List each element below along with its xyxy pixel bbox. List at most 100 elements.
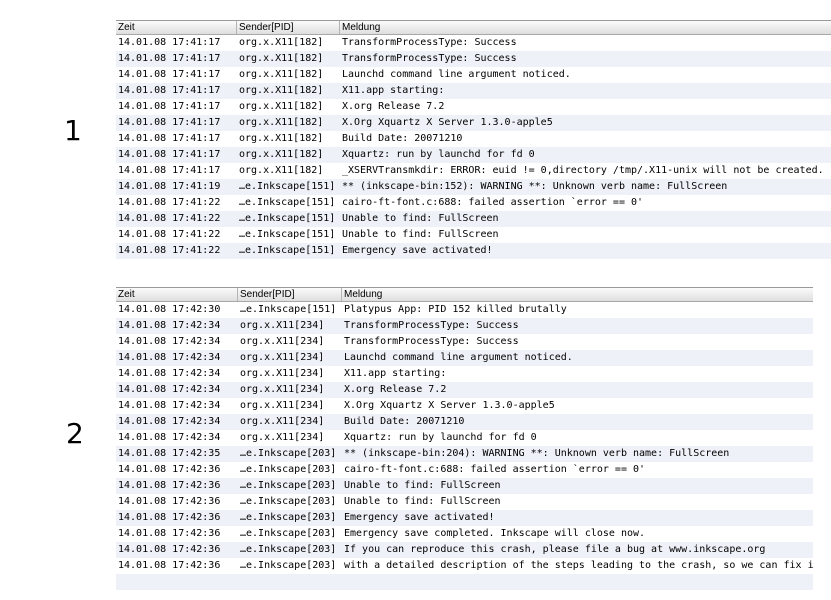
log-time-cell: 14.01.08 17:42:36	[118, 512, 221, 523]
log-row[interactable]: 14.01.08 17:41:22 …e.Inkscape[151] cairo-f…	[116, 195, 831, 211]
log-time-cell: 14.01.08 17:42:34	[118, 336, 221, 347]
log-row[interactable]: 14.01.08 17:42:36 …e.Inkscape[203] Emergen…	[116, 510, 813, 526]
log-row[interactable]: 14.01.08 17:42:34 org.x.X11[234] Build Dat…	[116, 414, 813, 430]
log-message-cell: Xquartz: run by launchd for fd 0	[342, 149, 535, 160]
column-header-message[interactable]: Meldung	[340, 21, 831, 34]
log-row[interactable]: 14.01.08 17:41:17 org.x.X11[182] Launchd c…	[116, 67, 831, 83]
log-row[interactable]: 14.01.08 17:41:17 org.x.X11[182] Transform…	[116, 35, 831, 51]
log-sender-cell: org.x.X11[182]	[239, 85, 324, 96]
column-header-sender[interactable]: Sender[PID]	[237, 21, 340, 34]
log-message-cell: TransformProcessType: Success	[344, 336, 519, 347]
log-time-cell: 14.01.08 17:42:36	[118, 480, 221, 491]
log-message-cell: ** (inkscape-bin:204): WARNING **: Unkno…	[344, 448, 730, 459]
column-header-time[interactable]: Zeit	[116, 288, 238, 301]
log-row[interactable]: 14.01.08 17:41:22 …e.Inkscape[151] Unable …	[116, 227, 831, 243]
log-time-cell: 14.01.08 17:42:34	[118, 400, 221, 411]
log-row[interactable]: 14.01.08 17:41:17 org.x.X11[182] Transform…	[116, 51, 831, 67]
log-sender-cell: …e.Inkscape[203]	[240, 512, 337, 523]
log-row[interactable]: 14.01.08 17:41:19 …e.Inkscape[151] ** (ink…	[116, 179, 831, 195]
log-row[interactable]: 14.01.08 17:42:34 org.x.X11[234] Transform…	[116, 334, 813, 350]
log-row[interactable]: 14.01.08 17:42:36 …e.Inkscape[203] If you …	[116, 542, 813, 558]
log-row[interactable]: 14.01.08 17:42:36 …e.Inkscape[203] Unable …	[116, 494, 813, 510]
log-sender-cell: …e.Inkscape[151]	[239, 181, 336, 192]
log-row[interactable]: 14.01.08 17:41:17 org.x.X11[182] X.org Rel…	[116, 99, 831, 115]
log-row[interactable]: 14.01.08 17:42:34 org.x.X11[234] X.Org Xqu…	[116, 398, 813, 414]
log-message-cell: Launchd command line argument noticed.	[344, 352, 573, 363]
log-row[interactable]: 14.01.08 17:41:17 org.x.X11[182] X11.app s…	[116, 83, 831, 99]
log-message-cell: Unable to find: FullScreen	[342, 213, 499, 224]
log-message-cell: Emergency save completed. Inkscape will …	[344, 528, 646, 539]
log-message-cell: X.org Release 7.2	[344, 384, 447, 395]
log-sender-cell: …e.Inkscape[203]	[240, 560, 337, 571]
log-message-cell: cairo-ft-font.c:688: failed assertion `e…	[344, 464, 646, 475]
log-row[interactable]: 14.01.08 17:41:17 org.x.X11[182] X.Org Xqu…	[116, 115, 831, 131]
log-message-cell: Emergency save activated!	[344, 512, 495, 523]
log-message-cell: X.Org Xquartz X Server 1.3.0-apple5	[344, 400, 555, 411]
empty-log-row	[116, 259, 831, 275]
log-sender-cell: org.x.X11[234]	[240, 416, 325, 427]
log-time-cell: 14.01.08 17:42:36	[118, 528, 221, 539]
log-sender-cell: org.x.X11[234]	[240, 352, 325, 363]
log-row[interactable]: 14.01.08 17:42:35 …e.Inkscape[203] ** (ink…	[116, 446, 813, 462]
log-sender-cell: …e.Inkscape[151]	[239, 245, 336, 256]
log-time-cell: 14.01.08 17:41:17	[118, 149, 221, 160]
log-sender-cell: …e.Inkscape[151]	[239, 229, 336, 240]
log-message-cell: If you can reproduce this crash, please …	[344, 544, 766, 555]
log-message-cell: Build Date: 20071210	[342, 133, 463, 144]
log-time-cell: 14.01.08 17:42:36	[118, 496, 221, 507]
log-sender-cell: …e.Inkscape[203]	[240, 480, 337, 491]
log-row[interactable]: 14.01.08 17:41:22 …e.Inkscape[151] Emergen…	[116, 243, 831, 259]
log-row[interactable]: 14.01.08 17:41:17 org.x.X11[182] Xquartz: …	[116, 147, 831, 163]
log-row[interactable]: 14.01.08 17:42:34 org.x.X11[234] Launchd c…	[116, 350, 813, 366]
log-row[interactable]: 14.01.08 17:42:34 org.x.X11[234] X11.app s…	[116, 366, 813, 382]
log-row[interactable]: 14.01.08 17:42:36 …e.Inkscape[203] Emergen…	[116, 526, 813, 542]
log-message-cell: X.Org Xquartz X Server 1.3.0-apple5	[342, 117, 553, 128]
console-log-table-1[interactable]: Zeit Sender[PID] Meldung 14.01.08 17:41:…	[116, 20, 831, 268]
log-message-cell: Unable to find: FullScreen	[344, 496, 501, 507]
log-row[interactable]: 14.01.08 17:42:34 org.x.X11[234] X.org Rel…	[116, 382, 813, 398]
console-log-table-2[interactable]: Zeit Sender[PID] Meldung 14.01.08 17:42:…	[116, 287, 813, 600]
log-sender-cell: org.x.X11[182]	[239, 53, 324, 64]
log-time-cell: 14.01.08 17:42:34	[118, 320, 221, 331]
column-header-time[interactable]: Zeit	[116, 21, 237, 34]
log-message-cell: ** (inkscape-bin:152): WARNING **: Unkno…	[342, 181, 728, 192]
log-sender-cell: …e.Inkscape[203]	[240, 496, 337, 507]
log-message-cell: X11.app starting:	[344, 368, 447, 379]
log-message-cell: Launchd command line argument noticed.	[342, 69, 571, 80]
log-time-cell: 14.01.08 17:41:17	[118, 101, 221, 112]
log-message-cell: Platypus App: PID 152 killed brutally	[344, 304, 567, 315]
log-row[interactable]: 14.01.08 17:42:36 …e.Inkscape[203] with a …	[116, 558, 813, 574]
log-sender-cell: …e.Inkscape[203]	[240, 528, 337, 539]
log-row[interactable]: 14.01.08 17:41:17 org.x.X11[182] _XSERVTra…	[116, 163, 831, 179]
log-row[interactable]: 14.01.08 17:42:34 org.x.X11[234] Transform…	[116, 318, 813, 334]
log-time-cell: 14.01.08 17:42:34	[118, 384, 221, 395]
log-sender-cell: org.x.X11[182]	[239, 149, 324, 160]
log-row[interactable]: 14.01.08 17:41:17 org.x.X11[182] Build Dat…	[116, 131, 831, 147]
log-time-cell: 14.01.08 17:42:36	[118, 464, 221, 475]
empty-log-row	[116, 574, 813, 590]
log-sender-cell: org.x.X11[234]	[240, 432, 325, 443]
column-header-message[interactable]: Meldung	[342, 288, 813, 301]
log-sender-cell: org.x.X11[182]	[239, 165, 324, 176]
log-row[interactable]: 14.01.08 17:42:36 …e.Inkscape[203] Unable …	[116, 478, 813, 494]
log-sender-cell: org.x.X11[234]	[240, 336, 325, 347]
log-row[interactable]: 14.01.08 17:41:22 …e.Inkscape[151] Unable …	[116, 211, 831, 227]
log-sender-cell: org.x.X11[234]	[240, 384, 325, 395]
log-time-cell: 14.01.08 17:41:19	[118, 181, 221, 192]
column-header-sender[interactable]: Sender[PID]	[238, 288, 342, 301]
log-row[interactable]: 14.01.08 17:42:30 …e.Inkscape[151] Platypu…	[116, 302, 813, 318]
log-sender-cell: org.x.X11[234]	[240, 400, 325, 411]
log-time-cell: 14.01.08 17:41:22	[118, 197, 221, 208]
log-time-cell: 14.01.08 17:42:34	[118, 352, 221, 363]
log-sender-cell: …e.Inkscape[151]	[239, 213, 336, 224]
log-message-cell: with a detailed description of the steps…	[344, 560, 813, 571]
log-time-cell: 14.01.08 17:42:34	[118, 416, 221, 427]
log-sender-cell: org.x.X11[234]	[240, 368, 325, 379]
log-message-cell: TransformProcessType: Success	[344, 320, 519, 331]
log-row[interactable]: 14.01.08 17:42:34 org.x.X11[234] Xquartz: …	[116, 430, 813, 446]
log-row[interactable]: 14.01.08 17:42:36 …e.Inkscape[203] cairo-f…	[116, 462, 813, 478]
log-sender-cell: …e.Inkscape[203]	[240, 448, 337, 459]
log-time-cell: 14.01.08 17:42:30	[118, 304, 221, 315]
log-sender-cell: …e.Inkscape[203]	[240, 464, 337, 475]
log-time-cell: 14.01.08 17:41:22	[118, 245, 221, 256]
